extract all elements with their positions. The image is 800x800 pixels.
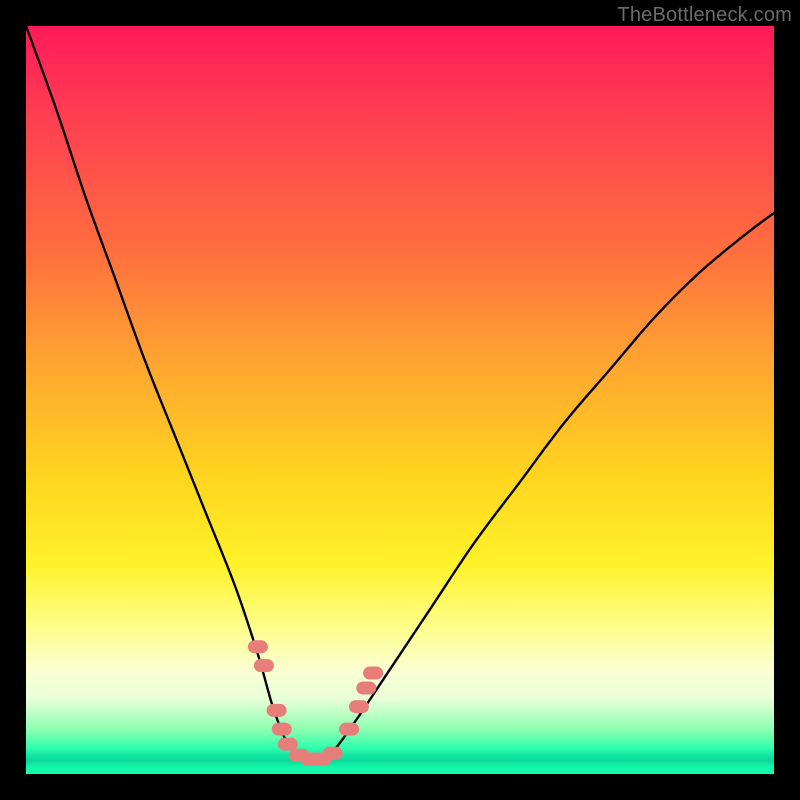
plot-area — [26, 26, 774, 774]
marker-dot — [254, 659, 274, 672]
chart-frame: TheBottleneck.com — [0, 0, 800, 800]
marker-dot — [272, 723, 292, 736]
marker-dot — [356, 682, 376, 695]
marker-dot — [323, 747, 343, 760]
watermark-text: TheBottleneck.com — [617, 4, 792, 27]
marker-dot — [248, 640, 268, 653]
highlight-markers — [248, 640, 383, 765]
marker-dot — [363, 667, 383, 680]
marker-dot — [339, 723, 359, 736]
marker-dot — [349, 700, 369, 713]
bottleneck-curve — [26, 26, 774, 760]
marker-dot — [278, 738, 298, 751]
curve-layer — [26, 26, 774, 774]
marker-dot — [267, 704, 287, 717]
